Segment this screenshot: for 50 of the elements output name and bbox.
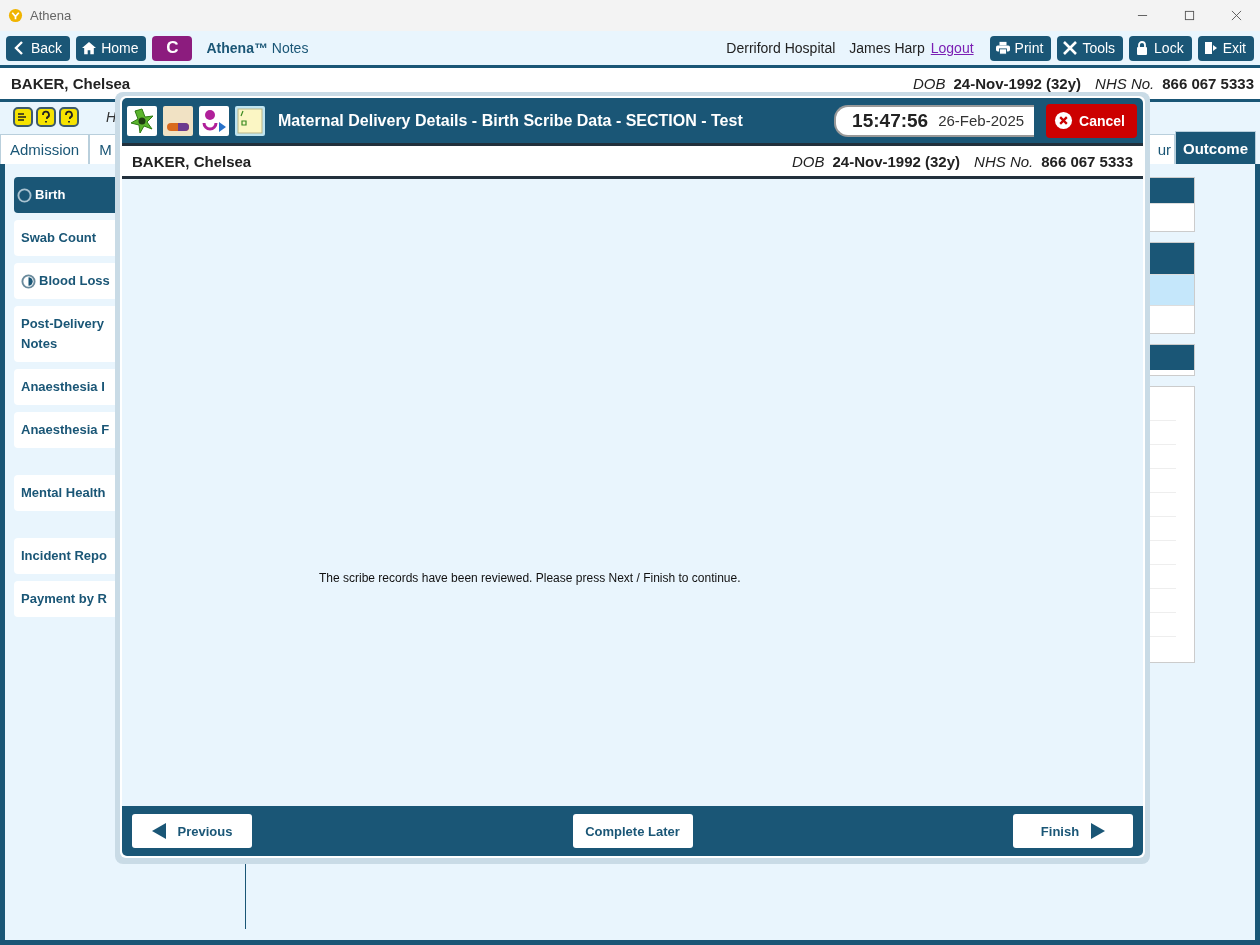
footer-button[interactable]: Finish: [1013, 814, 1133, 848]
dob-value: 24-Nov-1992 (32y): [953, 75, 1082, 92]
empty-circle-icon: [17, 187, 32, 203]
half-circle-icon: [21, 273, 36, 289]
toolbar-button[interactable]: Lock: [1129, 35, 1192, 61]
help-icon[interactable]: [59, 107, 79, 127]
location-text: Derriford Hospital: [726, 40, 836, 56]
logout-link[interactable]: Logout: [930, 40, 974, 56]
triangle-left-icon: [151, 823, 166, 839]
nhs-label: NHS No.: [1095, 75, 1155, 92]
tab[interactable]: Admission: [0, 134, 90, 164]
flower-icon[interactable]: [126, 105, 158, 136]
footer-button[interactable]: Previous: [132, 814, 252, 848]
nhs-value: 866 067 5333: [1041, 152, 1133, 170]
status-message: The scribe records have been reviewed. Please press Next / Finish to continue.: [319, 570, 741, 585]
maximize-icon[interactable]: [1184, 10, 1195, 21]
notepad-icon[interactable]: [234, 105, 266, 136]
user-name: James Harp: [849, 40, 925, 56]
dob-value: 24-Nov-1992 (32y): [832, 152, 961, 170]
patient-name: BAKER, Chelsea: [132, 152, 252, 170]
dob-label: DOB: [791, 152, 825, 170]
capsule-icon[interactable]: [162, 105, 194, 136]
tab[interactable]: Outcome: [1175, 131, 1256, 164]
nhs-value: 866 067 5333: [1162, 75, 1254, 92]
close-icon[interactable]: [1231, 10, 1242, 21]
printer-icon: [995, 41, 1010, 55]
user-badge-button[interactable]: C: [152, 35, 193, 61]
chevron-left-icon: [12, 41, 26, 55]
triangle-right-icon: [1091, 823, 1106, 839]
toolbar-button[interactable]: Print: [989, 35, 1052, 61]
dialog-title: Maternal Delivery Details - Birth Scribe Data - SECTION - Test: [278, 111, 743, 130]
toolbar-button[interactable]: Exit: [1197, 35, 1254, 61]
exit-door-icon: [1203, 41, 1218, 55]
patient-name: BAKER, Chelsea: [11, 75, 131, 92]
nhs-label: NHS No.: [974, 152, 1034, 170]
clock-time: 15:47:56: [852, 109, 929, 132]
toolbar-button[interactable]: Tools: [1057, 35, 1124, 61]
close-circle-icon: [1054, 111, 1074, 130]
padlock-icon: [1135, 41, 1150, 55]
home-icon: [82, 41, 97, 55]
clock-date: 26-Feb-2025: [938, 112, 1025, 129]
footer-button[interactable]: Complete Later: [572, 814, 693, 848]
window-title: Athena: [30, 8, 72, 23]
toolbar-button[interactable]: Back: [6, 35, 71, 61]
toolbar-button[interactable]: Home: [76, 35, 147, 61]
app-logo-icon: [8, 8, 23, 23]
dob-label: DOB: [912, 75, 946, 92]
app-name: Athena™ Notes: [206, 40, 309, 56]
help-list-icon[interactable]: [13, 107, 33, 127]
cancel-button[interactable]: Cancel: [1046, 103, 1137, 138]
